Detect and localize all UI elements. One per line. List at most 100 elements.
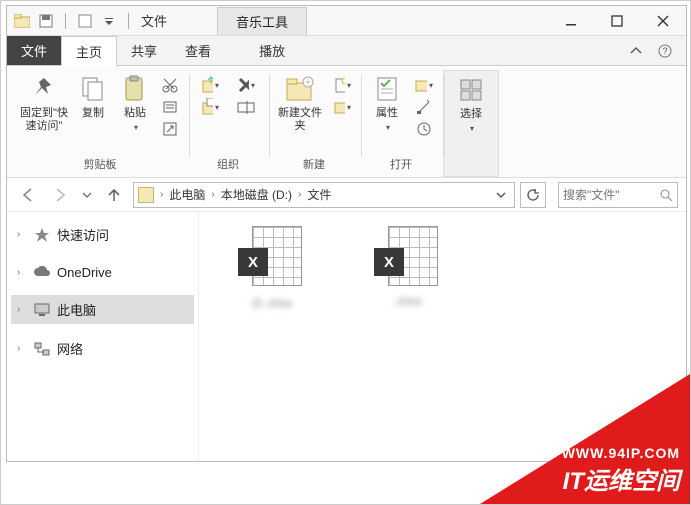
select-label: 选择: [460, 108, 482, 121]
chevron-right-icon: ›: [160, 189, 163, 200]
group-label-clipboard: 剪贴板: [84, 153, 117, 177]
file-name: 小.xlsx: [251, 294, 293, 311]
sidebar-label: 网络: [57, 339, 83, 358]
tab-share[interactable]: 共享: [117, 36, 171, 65]
file-item[interactable]: X .xlsx: [353, 226, 463, 308]
monitor-icon: [33, 302, 51, 318]
select-icon: [456, 75, 486, 105]
address-bar: › 此电脑 › 本地磁盘 (D:) › 文件: [7, 178, 686, 212]
chevron-down-icon: ▾: [470, 124, 474, 133]
move-icon[interactable]: ▾: [201, 76, 219, 94]
history-icon[interactable]: [415, 120, 433, 138]
sidebar: › 快速访问 › OneDrive › 此电脑 › 网络: [7, 212, 199, 461]
group-select: 选择 ▾: [443, 70, 499, 177]
window-title: 文件: [141, 11, 167, 30]
cut-icon[interactable]: [161, 76, 179, 94]
group-clipboard: 固定到"快速访问" 复制 粘贴 ▾: [13, 70, 187, 177]
group-label-select: [469, 156, 472, 176]
refresh-button[interactable]: [520, 182, 546, 208]
group-organize: ▾ ▾ ▾ 组织: [189, 70, 267, 177]
star-icon: [33, 227, 51, 243]
up-button[interactable]: [101, 182, 127, 208]
shortcut-icon[interactable]: [161, 120, 179, 138]
crumb-folder[interactable]: 文件: [307, 186, 331, 203]
back-button[interactable]: [15, 182, 41, 208]
edit-icon[interactable]: [415, 98, 433, 116]
tab-view[interactable]: 查看: [171, 36, 225, 65]
ribbon: 固定到"快速访问" 复制 粘贴 ▾: [7, 66, 686, 178]
recent-button[interactable]: [79, 182, 95, 208]
excel-file-icon: X: [238, 226, 306, 288]
chevron-right-icon: ›: [17, 229, 27, 240]
pin-label: 固定到"快速访问": [19, 107, 69, 132]
tab-file[interactable]: 文件: [7, 36, 61, 65]
sidebar-item-onedrive[interactable]: › OneDrive: [11, 259, 194, 285]
forward-button[interactable]: [47, 182, 73, 208]
help-icon[interactable]: ?: [658, 44, 686, 58]
properties-icon[interactable]: [76, 12, 94, 30]
watermark-name: IT运维空间: [562, 461, 680, 496]
cloud-icon: [33, 264, 51, 280]
chevron-right-icon: ›: [17, 343, 27, 354]
ribbon-tabs: 文件 主页 共享 查看 播放 ?: [7, 36, 686, 66]
search-icon: [659, 188, 673, 202]
separator: [128, 13, 129, 29]
properties-label: 属性: [376, 107, 398, 120]
copy-to-icon[interactable]: ▾: [201, 98, 219, 116]
crumb-drive[interactable]: 本地磁盘 (D:): [221, 186, 292, 203]
pin-icon: [29, 74, 59, 104]
sidebar-label: 此电脑: [57, 300, 96, 319]
folder-icon: [13, 12, 31, 30]
network-icon: [33, 341, 51, 357]
titlebar: 文件 音乐工具: [7, 6, 686, 36]
crumb-pc[interactable]: 此电脑: [169, 186, 205, 203]
sidebar-label: OneDrive: [57, 265, 112, 280]
watermark-text: WWW.94IP.COM IT运维空间: [562, 445, 680, 496]
address-dropdown-icon[interactable]: [492, 190, 510, 200]
delete-icon[interactable]: ▾: [237, 76, 255, 94]
sidebar-item-pc[interactable]: › 此电脑: [11, 295, 194, 324]
watermark-url: WWW.94IP.COM: [562, 445, 680, 461]
copy-button[interactable]: 复制: [75, 74, 111, 120]
properties-icon: [372, 74, 402, 104]
collapse-ribbon-icon[interactable]: [630, 45, 658, 57]
properties-button[interactable]: 属性 ▾: [367, 74, 407, 132]
tab-play[interactable]: 播放: [245, 36, 299, 65]
chevron-right-icon: ›: [17, 304, 27, 315]
minimize-button[interactable]: [548, 6, 594, 36]
contextual-tab-music[interactable]: 音乐工具: [217, 7, 307, 35]
close-button[interactable]: [640, 6, 686, 36]
save-icon[interactable]: [37, 12, 55, 30]
search-input[interactable]: [563, 188, 655, 202]
copy-path-icon[interactable]: [161, 98, 179, 116]
copy-label: 复制: [82, 107, 104, 120]
separator: [65, 13, 66, 29]
easy-access-icon[interactable]: ▾: [333, 98, 351, 116]
search-box[interactable]: [558, 182, 678, 208]
qat-dropdown-icon[interactable]: [100, 12, 118, 30]
new-item-icon[interactable]: ▾: [333, 76, 351, 94]
chevron-right-icon: ›: [211, 189, 214, 200]
rename-icon[interactable]: [237, 98, 255, 116]
paste-label: 粘贴: [124, 107, 146, 120]
pin-button[interactable]: 固定到"快速访问": [19, 74, 69, 132]
new-folder-button[interactable]: 新建文件夹: [275, 74, 325, 132]
maximize-button[interactable]: [594, 6, 640, 36]
new-folder-icon: [285, 74, 315, 104]
file-item[interactable]: X 小.xlsx: [217, 226, 327, 311]
svg-text:?: ?: [662, 46, 667, 56]
paste-button[interactable]: 粘贴 ▾: [117, 74, 153, 132]
breadcrumb[interactable]: › 此电脑 › 本地磁盘 (D:) › 文件: [133, 182, 515, 208]
select-button[interactable]: 选择 ▾: [450, 75, 492, 133]
copy-icon: [78, 74, 108, 104]
chevron-right-icon: ›: [298, 189, 301, 200]
sidebar-label: 快速访问: [57, 225, 109, 244]
excel-file-icon: X: [374, 226, 442, 288]
chevron-down-icon: ▾: [134, 123, 138, 132]
sidebar-item-network[interactable]: › 网络: [11, 334, 194, 363]
open-icon[interactable]: ▾: [415, 76, 433, 94]
tab-home[interactable]: 主页: [61, 36, 117, 67]
group-label-new: 新建: [303, 153, 325, 177]
group-label-open: 打开: [390, 153, 412, 177]
sidebar-item-quick[interactable]: › 快速访问: [11, 220, 194, 249]
